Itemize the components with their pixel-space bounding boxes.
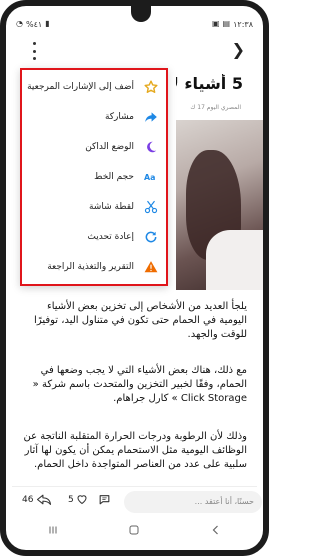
menu-item-report-feedback[interactable]: التقرير والتغذية الراجعة bbox=[22, 252, 166, 282]
article-photo bbox=[176, 120, 263, 290]
menu-item-label: لقطة شاشة bbox=[88, 202, 134, 212]
gallery-icon: ▤ bbox=[222, 19, 231, 28]
share-arrow-icon[interactable] bbox=[36, 493, 52, 509]
system-navigation-bar bbox=[12, 518, 257, 544]
menu-item-label: مشاركة bbox=[104, 112, 134, 122]
menu-item-label: إعادة تحديث bbox=[87, 232, 134, 242]
menu-item-screenshot[interactable]: لقطة شاشة bbox=[22, 192, 166, 222]
article-paragraph: يلجأ العديد من الأشخاص إلى تخزين بعض الأ… bbox=[34, 301, 247, 340]
comment-bar: حسنًا، أنا أعتقد ... 5 46 bbox=[12, 486, 262, 514]
dot bbox=[32, 57, 36, 60]
heart-icon[interactable] bbox=[76, 493, 88, 508]
star-icon bbox=[144, 80, 158, 94]
moon-icon bbox=[144, 140, 158, 154]
comment-input[interactable]: حسنًا، أنا أعتقد ... bbox=[124, 491, 262, 513]
app-bar: ❯ bbox=[12, 40, 257, 62]
back-nav-icon[interactable] bbox=[210, 524, 222, 539]
battery-level: %٤١ bbox=[25, 19, 43, 29]
scissors-icon bbox=[144, 200, 158, 214]
dot bbox=[32, 49, 36, 53]
menu-item-bookmark[interactable]: أضف إلى الإشارات المرجعية bbox=[22, 72, 166, 102]
status-bar: ◔ %٤١ ▮ ▣ ▤ ١٢:٣٨ bbox=[16, 18, 253, 30]
options-menu: أضف إلى الإشارات المرجعية مشاركة الوضع ا… bbox=[20, 68, 168, 286]
comment-icon[interactable] bbox=[98, 493, 111, 509]
dot bbox=[32, 42, 36, 45]
more-options-button[interactable] bbox=[28, 42, 40, 60]
warning-icon bbox=[144, 260, 158, 274]
clock: ١٢:٣٨ bbox=[233, 19, 253, 29]
font-size-icon: Aa bbox=[144, 170, 158, 184]
recent-apps-icon[interactable] bbox=[47, 524, 59, 539]
signal-icon: ▮ bbox=[45, 19, 50, 28]
status-right: ▣ ▤ ١٢:٣٨ bbox=[212, 20, 253, 29]
svg-text:Aa: Aa bbox=[144, 173, 155, 182]
menu-item-share[interactable]: مشاركة bbox=[22, 102, 166, 132]
article-headline: 5 أشياء لا bbox=[176, 74, 243, 93]
status-left: ◔ %٤١ ▮ bbox=[16, 20, 50, 29]
home-icon[interactable] bbox=[128, 524, 140, 539]
like-count: 5 bbox=[68, 495, 74, 505]
notification-icon: ▣ bbox=[211, 19, 220, 28]
refresh-icon bbox=[144, 230, 158, 244]
menu-item-label: التقرير والتغذية الراجعة bbox=[47, 262, 134, 272]
menu-item-label: الوضع الداكن bbox=[85, 142, 134, 152]
menu-item-font-size[interactable]: حجم الخط Aa bbox=[22, 162, 166, 192]
article-paragraph: مع ذلك، هناك بعض الأشياء التي لا يجب وضع… bbox=[32, 365, 247, 404]
menu-item-dark-mode[interactable]: الوضع الداكن bbox=[22, 132, 166, 162]
photo-shirt bbox=[206, 230, 263, 290]
menu-item-label: أضف إلى الإشارات المرجعية bbox=[27, 82, 134, 92]
phone-frame: ◔ %٤١ ▮ ▣ ▤ ١٢:٣٨ ❯ 5 أشياء لا المصري ال… bbox=[0, 0, 269, 556]
menu-item-refresh[interactable]: إعادة تحديث bbox=[22, 222, 166, 252]
menu-item-label: حجم الخط bbox=[94, 172, 134, 182]
article-meta: المصري اليوم 17 ك bbox=[190, 104, 241, 111]
article-paragraph: وذلك لأن الرطوبة ودرجات الحرارة المتقلبة… bbox=[23, 431, 247, 470]
back-arrow-icon[interactable]: ❯ bbox=[232, 40, 245, 59]
share-count: 46 bbox=[22, 495, 34, 505]
wifi-icon: ◔ bbox=[16, 19, 23, 28]
share-icon bbox=[144, 110, 158, 124]
